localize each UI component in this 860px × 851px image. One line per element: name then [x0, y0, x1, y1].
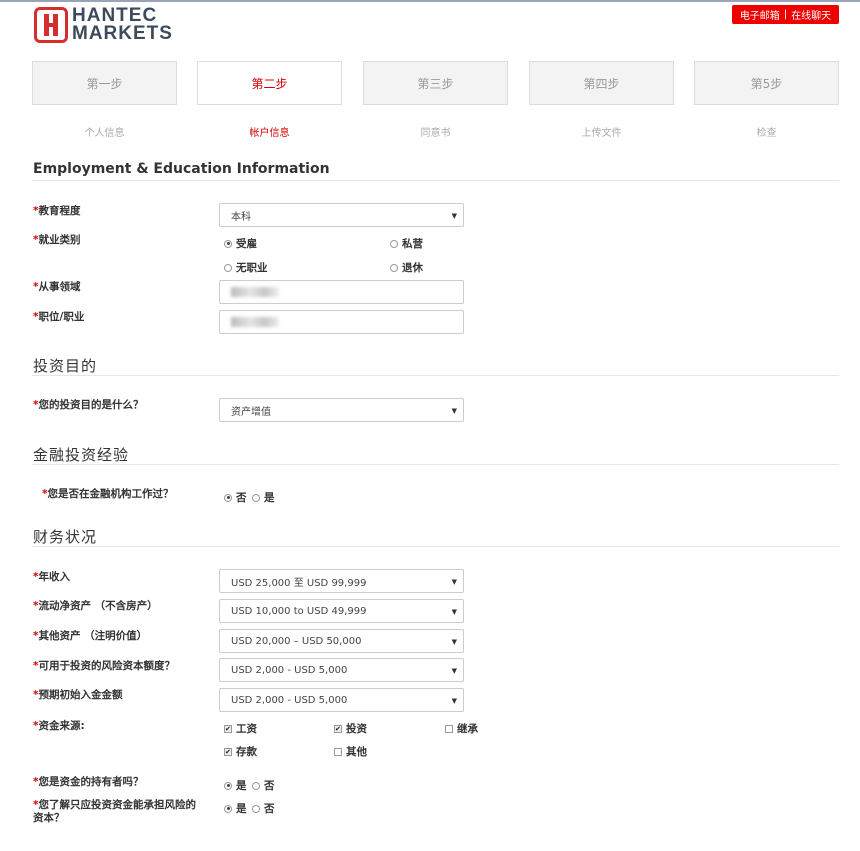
redacted-value [231, 287, 279, 297]
liquid-assets-select[interactable]: USD 10,000 to USD 49,999 ▼ [219, 599, 464, 623]
radio-icon [224, 493, 232, 502]
fund-holder-label: *您是资金的持有者吗？ [33, 776, 144, 788]
caret-down-icon: ▼ [451, 407, 457, 415]
position-label: *职位/职业 [33, 311, 85, 323]
separator: | [783, 9, 788, 20]
risk-capital-select[interactable]: USD 2,000 - USD 5,000 ▼ [219, 658, 464, 682]
initial-deposit-select[interactable]: USD 2,000 - USD 5,000 ▼ [219, 688, 464, 712]
checkbox-icon [334, 747, 342, 756]
radio-holder-yes[interactable]: 是 [224, 778, 247, 793]
radio-icon [224, 263, 232, 272]
radio-risk-no[interactable]: 否 [252, 801, 275, 816]
checkbox-investment[interactable]: 投资 [334, 721, 367, 736]
other-assets-select[interactable]: USD 20,000 – USD 50,000 ▼ [219, 629, 464, 653]
step-tab-2[interactable]: 第二步 [197, 61, 342, 105]
radio-icon [252, 804, 260, 813]
radio-icon [252, 781, 260, 790]
logo-text: HANTEC MARKETS [72, 5, 173, 44]
radio-self-employed[interactable]: 私营 [390, 236, 423, 251]
liquid-assets-label: *流动净资产 （不含房产） [33, 600, 158, 612]
caret-down-icon: ▼ [451, 667, 457, 675]
radio-icon [390, 239, 398, 248]
radio-experience-no[interactable]: 否 [224, 490, 247, 505]
hantec-logo[interactable]: HANTEC MARKETS [34, 6, 173, 44]
radio-employed[interactable]: 受雇 [224, 236, 257, 251]
position-input[interactable] [219, 310, 464, 334]
radio-unemployed[interactable]: 无职业 [224, 260, 268, 275]
top-actions: 电子邮箱 | 在线聊天 [732, 5, 839, 24]
education-select[interactable]: 本科 ▼ [219, 203, 464, 227]
radio-icon [224, 781, 232, 790]
caret-down-icon: ▼ [451, 638, 457, 646]
other-assets-label: *其他资产 （注明价值） [33, 630, 148, 642]
step-tabs: 第一步 第二步 第三步 第四步 第5步 [32, 61, 839, 105]
radio-icon [224, 804, 232, 813]
step-caption-5: 检查 [756, 128, 777, 139]
step-captions: 个人信息 帐户信息 同意书 上传文件 检查 [32, 124, 839, 140]
divider [32, 464, 839, 465]
section-title-experience: 金融投资经验 [33, 446, 130, 464]
caret-down-icon: ▼ [451, 697, 457, 705]
step-caption-4: 上传文件 [581, 128, 622, 139]
section-title-purpose: 投资目的 [33, 357, 98, 375]
annual-income-label: *年收入 [33, 571, 70, 583]
checkbox-salary[interactable]: 工资 [224, 721, 257, 736]
radio-icon [390, 263, 398, 272]
divider [32, 375, 839, 376]
caret-down-icon: ▼ [451, 212, 457, 220]
step-caption-1: 个人信息 [84, 128, 125, 139]
divider [32, 546, 839, 547]
field-input[interactable] [219, 280, 464, 304]
checkbox-icon [334, 724, 342, 733]
checkbox-icon [224, 724, 232, 733]
fund-source-label: *资金来源: [33, 720, 85, 732]
step-tab-1[interactable]: 第一步 [32, 61, 177, 105]
caret-down-icon: ▼ [451, 608, 457, 616]
logo-mark-icon [34, 7, 68, 43]
email-link[interactable]: 电子邮箱 [740, 7, 780, 22]
caret-down-icon: ▼ [451, 578, 457, 586]
purpose-label: *您的投资目的是什么？ [33, 399, 144, 411]
step-tab-3[interactable]: 第三步 [363, 61, 508, 105]
redacted-value [231, 317, 279, 327]
initial-deposit-label: *预期初始入金金额 [33, 689, 123, 701]
purpose-select[interactable]: 资产增值 ▼ [219, 398, 464, 422]
radio-holder-no[interactable]: 否 [252, 778, 275, 793]
radio-experience-yes[interactable]: 是 [252, 490, 275, 505]
top-border [0, 0, 860, 2]
step-tab-5[interactable]: 第5步 [694, 61, 839, 105]
step-tab-4[interactable]: 第四步 [529, 61, 674, 105]
step-caption-2: 帐户信息 [249, 128, 290, 139]
field-label: *从事领域 [33, 281, 81, 293]
employment-type-label: *就业类别 [33, 234, 81, 246]
checkbox-icon [445, 724, 453, 733]
section-title-financial: 财务状况 [33, 528, 98, 546]
experience-label: *您是否在金融机构工作过？ [42, 488, 174, 500]
radio-risk-yes[interactable]: 是 [224, 801, 247, 816]
radio-retired[interactable]: 退休 [390, 260, 423, 275]
radio-icon [224, 239, 232, 248]
section-title-employment: Employment & Education Information [33, 161, 330, 177]
risk-capital-label: *可用于投资的风险资本额度？ [33, 660, 175, 672]
chat-link[interactable]: 在线聊天 [791, 7, 831, 22]
divider [32, 180, 839, 181]
checkbox-icon [224, 747, 232, 756]
checkbox-inheritance[interactable]: 继承 [445, 721, 478, 736]
risk-understanding-label: *您了解只应投资资金能承担风险的 资本？ [33, 799, 196, 824]
radio-icon [252, 493, 260, 502]
step-caption-3: 同意书 [420, 128, 451, 139]
checkbox-savings[interactable]: 存款 [224, 744, 257, 759]
checkbox-other[interactable]: 其他 [334, 744, 367, 759]
annual-income-select[interactable]: USD 25,000 至 USD 99,999 ▼ [219, 569, 464, 593]
education-label: *教育程度 [33, 205, 81, 217]
